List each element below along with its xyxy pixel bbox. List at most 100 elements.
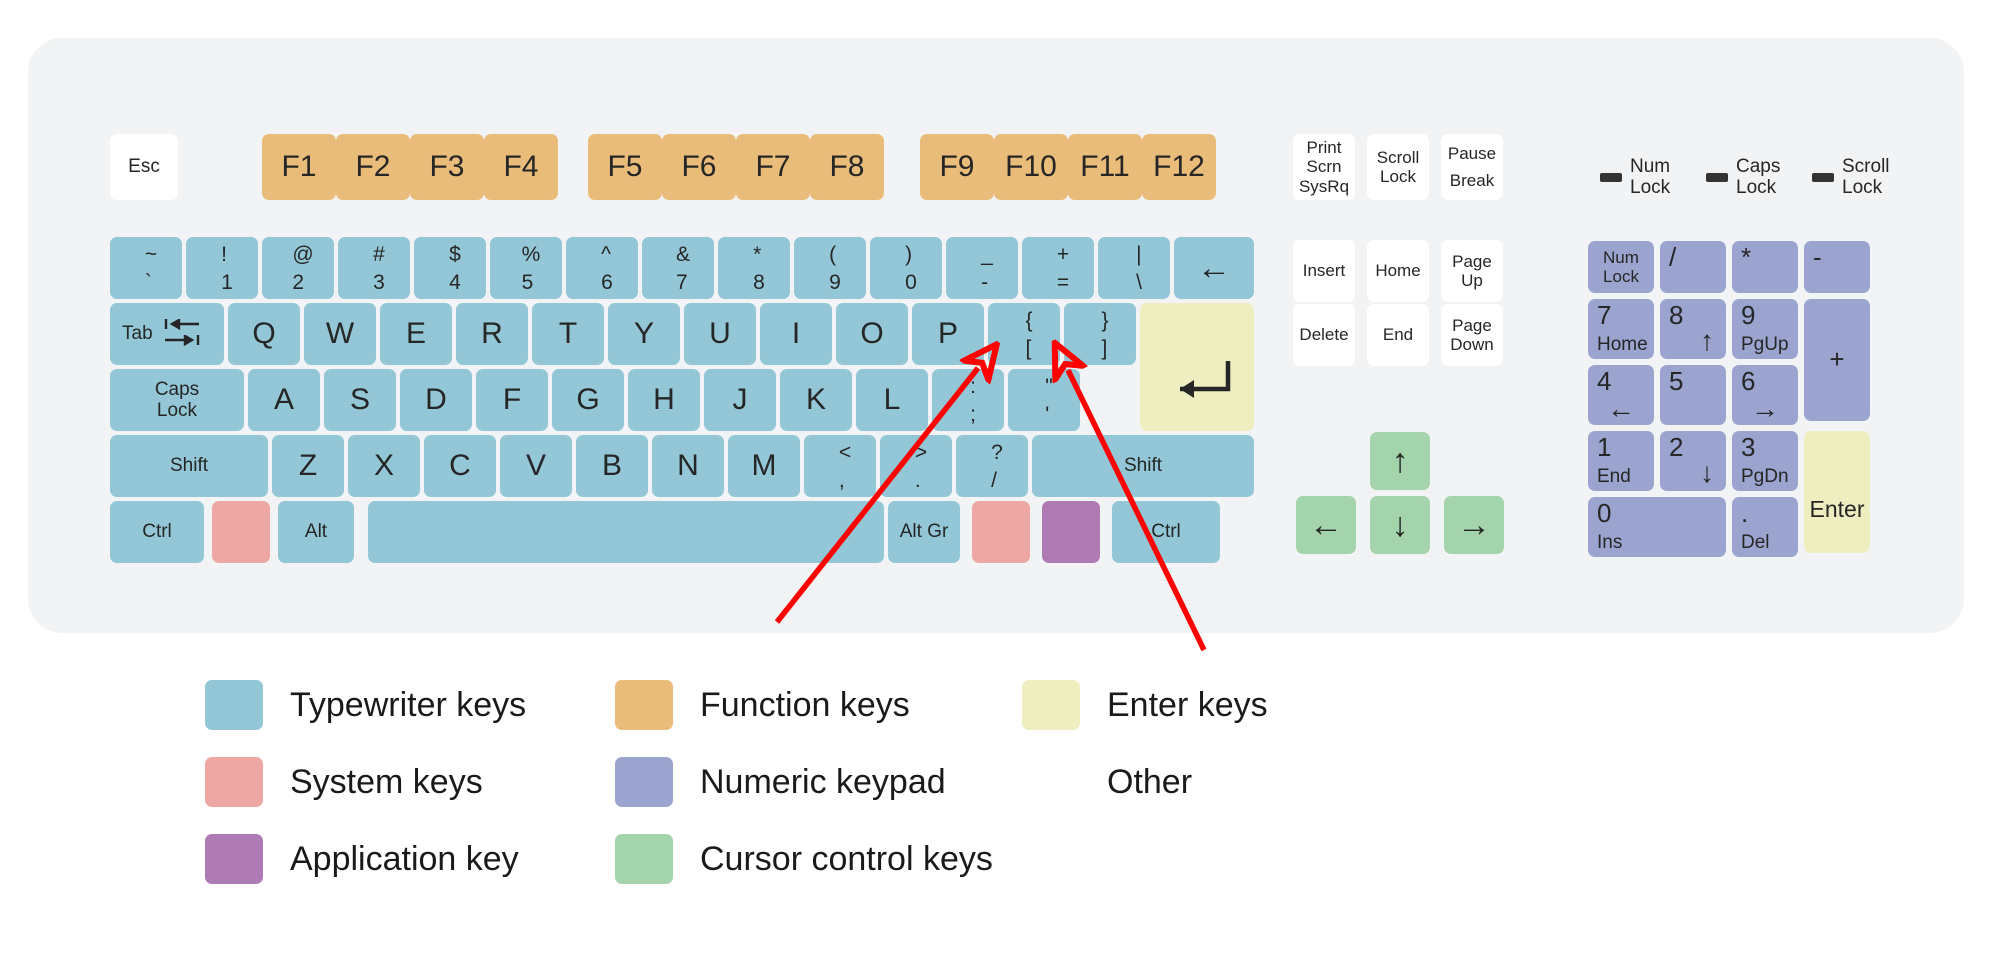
key-f6[interactable]: F6 — [662, 134, 736, 200]
key-backtick[interactable]: ~ ` — [110, 237, 182, 299]
key-enter[interactable] — [1140, 303, 1254, 431]
key-space[interactable] — [368, 501, 884, 563]
key-esc[interactable]: Esc — [110, 134, 178, 200]
key-v[interactable]: V — [500, 435, 572, 497]
key-f1[interactable]: F1 — [262, 134, 336, 200]
key-tab[interactable]: Tab — [110, 303, 224, 365]
key-slash[interactable]: ? / — [956, 435, 1028, 497]
key-numpad-enter[interactable]: Enter — [1804, 431, 1870, 553]
key-print-screen[interactable]: Print Scrn SysRq — [1293, 134, 1355, 200]
key-9[interactable]: (9 — [794, 237, 866, 299]
key-backslash[interactable]: | \ — [1098, 237, 1170, 299]
key-numpad-divide[interactable]: / — [1660, 241, 1726, 293]
key-f3[interactable]: F3 — [410, 134, 484, 200]
key-g[interactable]: G — [552, 369, 624, 431]
key-num-lock[interactable]: Num Lock — [1588, 241, 1654, 293]
key-numpad-minus[interactable]: - — [1804, 241, 1870, 293]
key-period[interactable]: >. — [880, 435, 952, 497]
key-u[interactable]: U — [684, 303, 756, 365]
key-o[interactable]: O — [836, 303, 908, 365]
key-t[interactable]: T — [532, 303, 604, 365]
key-numpad-9[interactable]: 9 PgUp — [1732, 299, 1798, 359]
key-h[interactable]: H — [628, 369, 700, 431]
key-arrow-left[interactable]: ← — [1296, 496, 1356, 554]
key-r[interactable]: R — [456, 303, 528, 365]
key-comma[interactable]: <, — [804, 435, 876, 497]
key-equals[interactable]: + = — [1022, 237, 1094, 299]
key-f8[interactable]: F8 — [810, 134, 884, 200]
key-f10[interactable]: F10 — [994, 134, 1068, 200]
key-j[interactable]: J — [704, 369, 776, 431]
key-1[interactable]: ! 1 — [186, 237, 258, 299]
key-f2[interactable]: F2 — [336, 134, 410, 200]
key-p[interactable]: P — [912, 303, 984, 365]
key-2[interactable]: @2 — [262, 237, 334, 299]
key-bracket-left[interactable]: {[ — [988, 303, 1060, 365]
key-numpad-decimal[interactable]: . Del — [1732, 497, 1798, 557]
key-numpad-2[interactable]: 2 ↓ — [1660, 431, 1726, 491]
key-e[interactable]: E — [380, 303, 452, 365]
key-page-up[interactable]: Page Up — [1441, 240, 1503, 302]
key-4[interactable]: $4 — [414, 237, 486, 299]
key-end[interactable]: End — [1367, 304, 1429, 366]
key-d[interactable]: D — [400, 369, 472, 431]
key-y[interactable]: Y — [608, 303, 680, 365]
key-k[interactable]: K — [780, 369, 852, 431]
key-f5[interactable]: F5 — [588, 134, 662, 200]
key-alt-left[interactable]: Alt — [278, 501, 354, 563]
key-f11[interactable]: F11 — [1068, 134, 1142, 200]
key-shift-right[interactable]: Shift — [1032, 435, 1254, 497]
key-7[interactable]: & 7 — [642, 237, 714, 299]
key-f4[interactable]: F4 — [484, 134, 558, 200]
key-l[interactable]: L — [856, 369, 928, 431]
key-w[interactable]: W — [304, 303, 376, 365]
key-f12[interactable]: F12 — [1142, 134, 1216, 200]
key-numpad-7[interactable]: 7 Home — [1588, 299, 1654, 359]
key-m[interactable]: M — [728, 435, 800, 497]
key-bracket-right[interactable]: }] — [1064, 303, 1136, 365]
key-n[interactable]: N — [652, 435, 724, 497]
key-i[interactable]: I — [760, 303, 832, 365]
key-arrow-down[interactable]: ↓ — [1370, 496, 1430, 554]
key-3[interactable]: #3 — [338, 237, 410, 299]
key-6[interactable]: ^ 6 — [566, 237, 638, 299]
key-numpad-8[interactable]: 8 ↑ — [1660, 299, 1726, 359]
key-arrow-up[interactable]: ↑ — [1370, 432, 1430, 490]
key-arrow-right[interactable]: → — [1444, 496, 1504, 554]
key-numpad-5[interactable]: 5 — [1660, 365, 1726, 425]
key-pause-break[interactable]: Pause Break — [1441, 134, 1503, 200]
key-numpad-multiply[interactable]: * — [1732, 241, 1798, 293]
key-minus[interactable]: _ - — [946, 237, 1018, 299]
key-insert[interactable]: Insert — [1293, 240, 1355, 302]
key-home[interactable]: Home — [1367, 240, 1429, 302]
key-backspace[interactable]: ← — [1174, 237, 1254, 299]
key-semicolon[interactable]: :; — [932, 369, 1004, 431]
key-x[interactable]: X — [348, 435, 420, 497]
key-delete[interactable]: Delete — [1293, 304, 1355, 366]
key-win-left[interactable] — [212, 501, 270, 563]
key-f[interactable]: F — [476, 369, 548, 431]
key-b[interactable]: B — [576, 435, 648, 497]
key-f7[interactable]: F7 — [736, 134, 810, 200]
key-page-down[interactable]: Page Down — [1441, 304, 1503, 366]
key-8[interactable]: * 8 — [718, 237, 790, 299]
key-numpad-1[interactable]: 1 End — [1588, 431, 1654, 491]
key-f9[interactable]: F9 — [920, 134, 994, 200]
key-0[interactable]: ) 0 — [870, 237, 942, 299]
key-numpad-6[interactable]: 6 → — [1732, 365, 1798, 425]
key-quote[interactable]: " ' — [1008, 369, 1080, 431]
key-ctrl-right[interactable]: Ctrl — [1112, 501, 1220, 563]
key-ctrl-left[interactable]: Ctrl — [110, 501, 204, 563]
key-5[interactable]: % 5 — [490, 237, 562, 299]
key-shift-left[interactable]: Shift — [110, 435, 268, 497]
key-scroll-lock[interactable]: Scroll Lock — [1367, 134, 1429, 200]
key-q[interactable]: Q — [228, 303, 300, 365]
key-numpad-plus[interactable]: + — [1804, 299, 1870, 421]
key-alt-gr[interactable]: Alt Gr — [888, 501, 960, 563]
key-numpad-3[interactable]: 3 PgDn — [1732, 431, 1798, 491]
key-caps-lock[interactable]: Caps Lock — [110, 369, 244, 431]
key-win-right[interactable] — [972, 501, 1030, 563]
key-s[interactable]: S — [324, 369, 396, 431]
key-numpad-4[interactable]: 4 ← — [1588, 365, 1654, 425]
key-z[interactable]: Z — [272, 435, 344, 497]
